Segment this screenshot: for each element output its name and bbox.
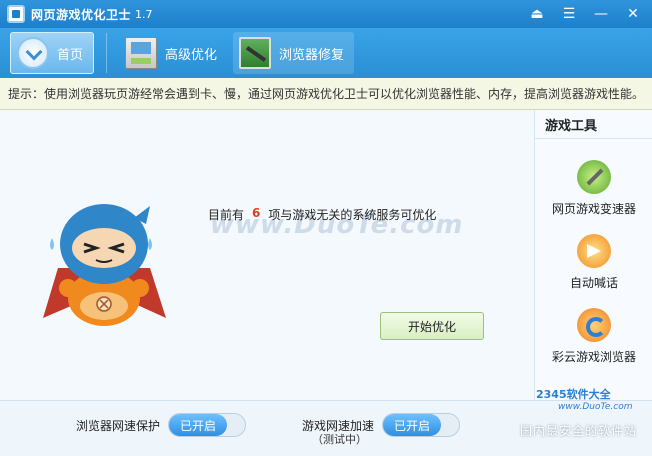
sidebar-item-caiyun-browser[interactable]: 彩云游戏浏览器 [535, 308, 652, 365]
tab-home[interactable]: 首页 [10, 32, 95, 74]
app-logo-icon [7, 5, 25, 23]
status-suffix: 项与游戏无关的系统服务可优化 [268, 208, 437, 222]
menu-icon[interactable]: ☰ [558, 4, 580, 24]
start-optimize-button[interactable]: 开始优化 [380, 312, 484, 340]
optimizable-count: 6 [252, 206, 261, 220]
home-icon [17, 37, 49, 69]
tab-advanced-optimize[interactable]: 高级优化 [119, 32, 227, 74]
tip-text: 提示：使用浏览器玩页游经常会遇到卡、慢，通过网页游戏优化卫士可以优化浏览器性能、… [8, 87, 645, 101]
window-controls: ⏏ ☰ — ✕ [526, 4, 644, 24]
game-speed-testing-label: （测试中） [312, 433, 367, 446]
browser-protect-row: 浏览器网速保护 已开启 [76, 413, 247, 437]
app-title: 网页游戏优化卫士 [31, 7, 132, 22]
tab-home-label: 首页 [57, 47, 84, 63]
ninja-mascot-icon [43, 204, 166, 326]
title-bar: 网页游戏优化卫士 1.7 ⏏ ☰ — ✕ [0, 0, 652, 28]
game-tools-sidebar: 游戏工具 网页游戏变速器 自动喊话 彩云游戏浏览器 [534, 110, 652, 400]
brand-name: 2345软件大全 [536, 388, 611, 401]
sidebar-item-auto-shout[interactable]: 自动喊话 [535, 234, 652, 291]
toolbar-divider [106, 33, 108, 73]
browser-repair-icon [239, 37, 272, 69]
browser-protect-toggle[interactable]: 已开启 [168, 413, 247, 437]
skin-icon[interactable]: ⏏ [526, 4, 548, 24]
brand-url: www.DuoTe.com [558, 402, 633, 412]
sidebar-divider [535, 138, 652, 139]
tip-bar: 提示：使用浏览器玩页游经常会遇到卡、慢，通过网页游戏优化卫士可以优化浏览器性能、… [0, 78, 652, 110]
sidebar-item-label: 自动喊话 [569, 276, 618, 290]
sidebar-item-speed-changer[interactable]: 网页游戏变速器 [535, 160, 652, 217]
sidebar-item-label: 网页游戏变速器 [551, 202, 636, 216]
tab-browser-repair-label: 浏览器修复 [279, 47, 345, 63]
tab-advanced-optimize-label: 高级优化 [165, 47, 218, 63]
sidebar-item-label: 彩云游戏浏览器 [551, 350, 636, 364]
advanced-optimize-icon [125, 37, 158, 69]
toggle-state: 已开启 [383, 414, 442, 436]
main-toolbar: 首页 高级优化 浏览器修复 [0, 28, 652, 78]
brand-slogan: 国内最安全的软件站 [520, 424, 638, 438]
status-line: 目前有 6 项与游戏无关的系统服务可优化 [208, 206, 436, 223]
tab-browser-repair[interactable]: 浏览器修复 [233, 32, 355, 74]
app-version: 1.7 [135, 7, 153, 21]
main-panel: www.DuoTe.com 目前有 6 项与游戏无关的系统服务可优化 开始优化 [0, 110, 534, 400]
status-prefix: 目前有 [208, 208, 245, 222]
close-icon[interactable]: ✕ [622, 4, 644, 24]
auto-shout-icon [577, 234, 611, 268]
brand-badge: 2345软件大全 www.DuoTe.com 国内最安全的软件站 [514, 380, 649, 440]
sidebar-title: 游戏工具 [545, 119, 598, 134]
speed-gear-icon [577, 160, 611, 194]
browser-protect-label: 浏览器网速保护 [76, 418, 161, 433]
minimize-icon[interactable]: — [590, 4, 612, 24]
toggle-state: 已开启 [169, 414, 228, 436]
game-speed-toggle[interactable]: 已开启 [382, 413, 461, 437]
caiyun-browser-icon [577, 308, 611, 342]
